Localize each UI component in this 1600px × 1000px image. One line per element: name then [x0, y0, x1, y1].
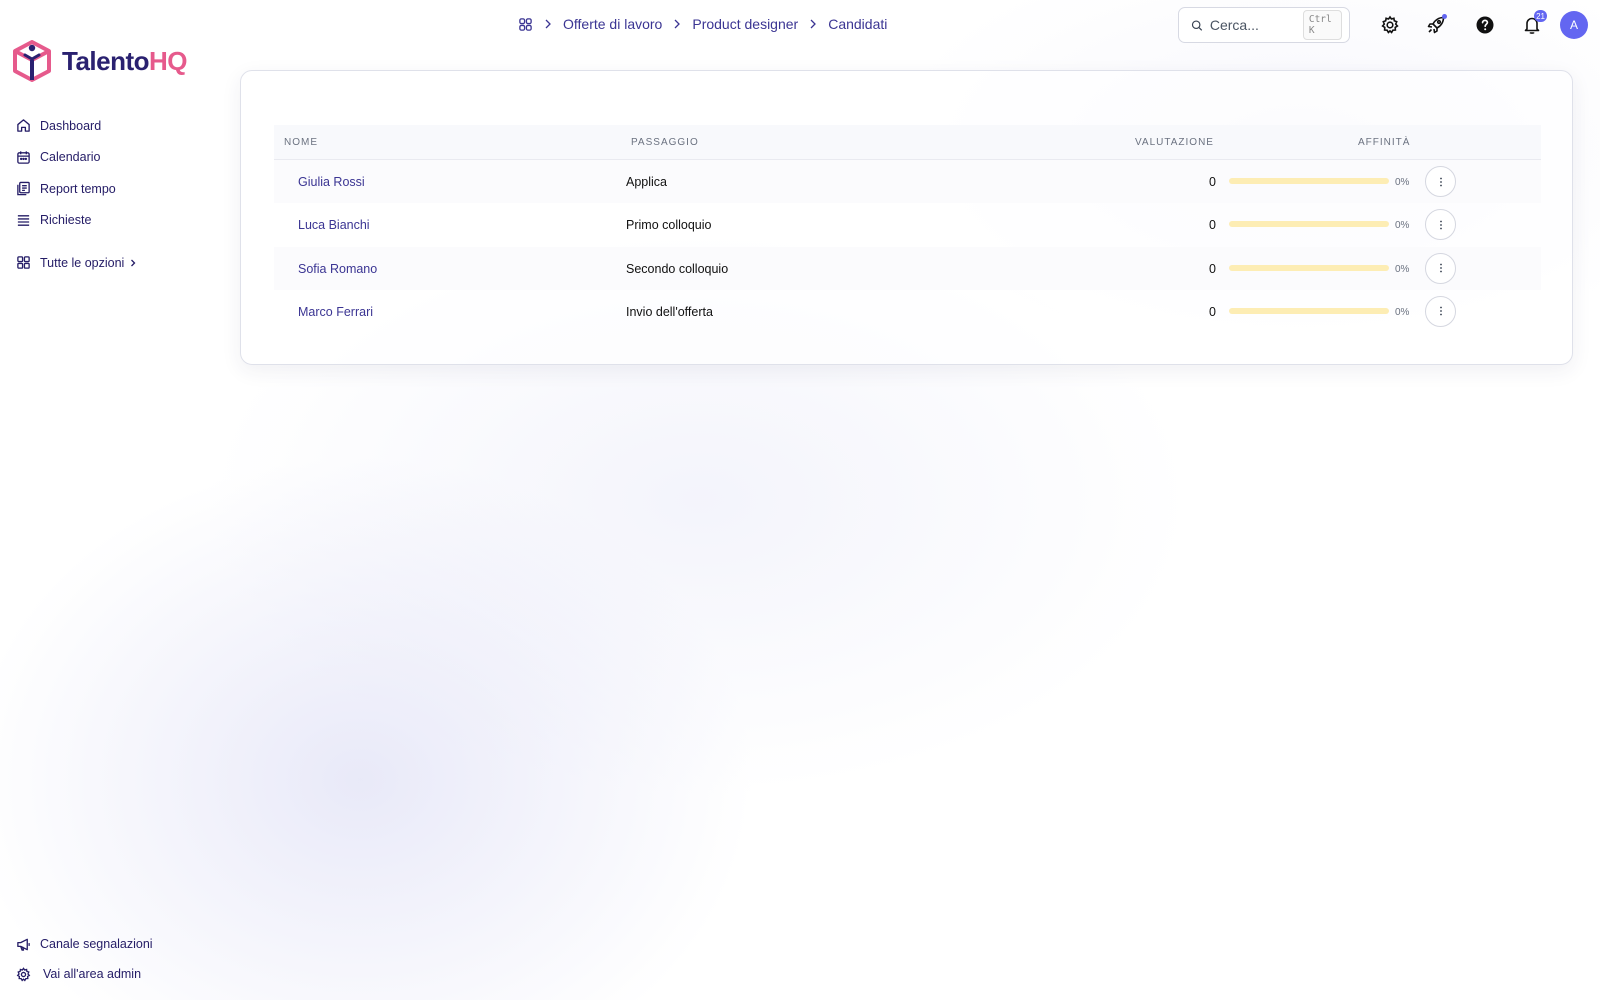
breadcrumb-item-candidates[interactable]: Candidati [828, 16, 887, 32]
sidebar-item-richieste[interactable]: Richieste [16, 205, 137, 237]
breadcrumb-item-job[interactable]: Product designer [692, 16, 798, 32]
sidebar-item-calendario[interactable]: Calendario [16, 142, 137, 174]
sidebar-item-label: Report tempo [40, 181, 116, 196]
candidate-score: 0 [1209, 175, 1216, 189]
breadcrumb-item-job-offers[interactable]: Offerte di lavoro [563, 16, 662, 32]
sidebar-item-label: Vai all'area admin [43, 967, 142, 981]
sidebar-bottom: Canale segnalazioni Vai all'area admin [16, 929, 153, 989]
affinity-bar [1229, 178, 1389, 184]
launch-button[interactable] [1425, 14, 1447, 36]
help-icon [1476, 16, 1494, 34]
apps-grid-icon[interactable] [518, 17, 533, 32]
candidate-name-link[interactable]: Sofia Romano [298, 262, 377, 276]
column-header-name[interactable]: NOME [284, 137, 318, 148]
more-vertical-icon [1439, 263, 1442, 273]
row-actions-button[interactable] [1425, 252, 1456, 284]
settings-button[interactable] [1379, 14, 1401, 36]
table-row[interactable]: Giulia Rossi Applica 0 0% [274, 160, 1541, 204]
chevron-right-icon [131, 259, 136, 267]
more-vertical-icon [1439, 220, 1442, 230]
gear-icon [16, 966, 31, 981]
table-body: Giulia Rossi Applica 0 0% Luca Bianchi P… [274, 160, 1541, 333]
affinity-bar [1229, 307, 1389, 314]
notification-count-badge: 21 [1534, 10, 1547, 22]
affinity-percent: 0% [1395, 177, 1410, 188]
user-avatar[interactable]: A [1560, 11, 1588, 39]
table-row[interactable]: Luca Bianchi Primo colloquio 0 0% [274, 203, 1541, 246]
home-icon [17, 119, 30, 133]
logo-cube-icon [13, 40, 51, 82]
help-button[interactable] [1474, 14, 1496, 36]
sidebar-item-label: Richieste [40, 213, 92, 228]
sidebar: TalentoHQ Dashboard Calendario Report te… [0, 0, 220, 1000]
column-header-stage[interactable]: PASSAGGIO [631, 137, 699, 148]
rocket-indicator-dot [1442, 14, 1447, 19]
candidate-score: 0 [1209, 304, 1216, 319]
breadcrumb: Offerte di lavoro Product designer Candi… [518, 14, 887, 34]
sidebar-item-all-options[interactable]: Tutte le opzioni [16, 247, 137, 279]
search-icon [1191, 19, 1203, 31]
settings-icon [1381, 15, 1399, 34]
affinity-percent: 0% [1395, 220, 1410, 232]
sidebar-item-label: Calendario [40, 150, 101, 165]
column-header-affinity[interactable]: AFFINITÀ [1358, 137, 1410, 148]
candidate-stage: Primo colloquio [626, 218, 712, 233]
candidate-score: 0 [1209, 261, 1216, 276]
table-header: NOME PASSAGGIO VALUTAZIONE AFFINITÀ [274, 125, 1541, 160]
sidebar-item-canale-segnalazioni[interactable]: Canale segnalazioni [16, 929, 153, 959]
report-icon [17, 182, 30, 196]
grid-icon [17, 256, 30, 270]
candidate-name-link[interactable]: Luca Bianchi [298, 218, 370, 232]
chevron-right-icon [545, 19, 551, 29]
chevron-right-icon [674, 19, 681, 29]
logo-text-part2: HQ [149, 45, 188, 76]
row-actions-button[interactable] [1425, 295, 1456, 327]
candidate-name-link[interactable]: Marco Ferrari [298, 305, 373, 319]
candidate-name-link[interactable]: Giulia Rossi [298, 175, 365, 189]
table-row[interactable]: Marco Ferrari Invio dell'offerta 0 0% [274, 290, 1541, 333]
more-vertical-icon [1439, 177, 1442, 186]
sidebar-nav: Dashboard Calendario Report tempo Richie… [16, 110, 137, 279]
logo[interactable]: TalentoHQ [12, 40, 188, 82]
candidates-card: NOME PASSAGGIO VALUTAZIONE AFFINITÀ Giul… [240, 70, 1573, 365]
candidate-stage: Invio dell'offerta [626, 304, 713, 319]
candidate-stage: Applica [626, 175, 667, 189]
notifications-button[interactable]: 21 [1521, 10, 1547, 36]
search-shortcut: Ctrl K [1302, 10, 1342, 40]
sidebar-item-report-tempo[interactable]: Report tempo [16, 173, 137, 205]
table-row[interactable]: Sofia Romano Secondo colloquio 0 0% [274, 246, 1541, 290]
affinity-percent: 0% [1395, 263, 1410, 275]
sidebar-item-label: Canale segnalazioni [40, 937, 153, 951]
sidebar-item-dashboard[interactable]: Dashboard [16, 110, 137, 142]
affinity-bar [1229, 221, 1389, 228]
candidates-table: NOME PASSAGGIO VALUTAZIONE AFFINITÀ Giul… [274, 125, 1541, 333]
candidate-stage: Secondo colloquio [626, 261, 729, 276]
candidate-score: 0 [1209, 218, 1216, 233]
column-header-score[interactable]: VALUTAZIONE [1135, 137, 1214, 148]
affinity-percent: 0% [1395, 306, 1410, 318]
sidebar-item-label: Tutte le opzioni [40, 255, 125, 270]
row-actions-button[interactable] [1425, 209, 1456, 241]
logo-text: TalentoHQ [62, 45, 188, 77]
search-box[interactable]: Ctrl K [1178, 7, 1350, 43]
sidebar-item-admin-area[interactable]: Vai all'area admin [16, 959, 153, 989]
search-input[interactable] [1209, 17, 1296, 33]
megaphone-icon [17, 938, 30, 951]
list-icon [17, 214, 30, 226]
logo-text-part1: Talento [62, 45, 150, 76]
chevron-right-icon [810, 19, 817, 29]
sidebar-item-label: Dashboard [40, 118, 102, 133]
affinity-bar [1229, 264, 1389, 271]
more-vertical-icon [1439, 306, 1442, 316]
calendar-icon [17, 151, 30, 164]
row-actions-button[interactable] [1425, 166, 1456, 197]
